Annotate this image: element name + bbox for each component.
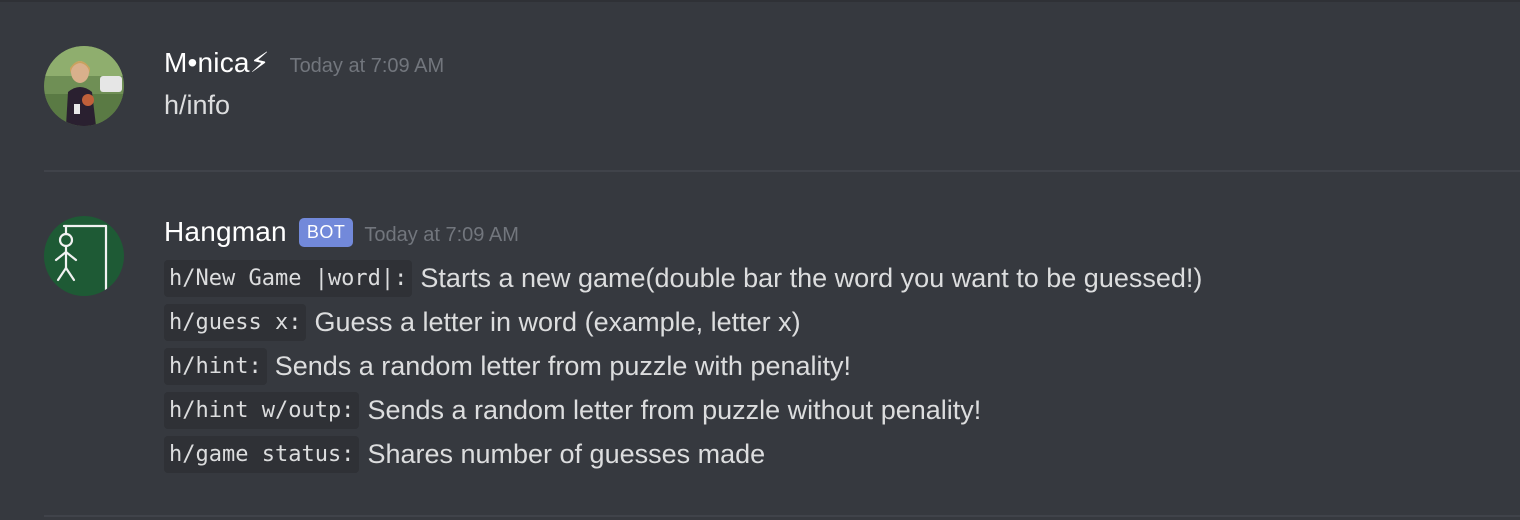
command-description: Sends a random letter from puzzle withou… — [367, 394, 982, 425]
command-code: h/game status: — [164, 435, 360, 473]
command-description: Guess a letter in word (example, letter … — [314, 306, 801, 337]
command-code: h/hint: — [164, 347, 267, 385]
command-line: h/New Game |word|: Starts a new game(dou… — [164, 256, 1202, 300]
command-code: h/New Game |word|: — [164, 259, 413, 297]
message-divider — [44, 515, 1520, 517]
message-header: Hangman BOT Today at 7:09 AM — [164, 216, 519, 250]
command-description: Shares number of guesses made — [367, 438, 766, 469]
command-code: h/hint w/outp: — [164, 391, 360, 429]
username[interactable]: M•nica⚡ — [164, 46, 270, 79]
bot-username[interactable]: Hangman — [164, 216, 287, 248]
chat-messages: M•nica⚡ Today at 7:09 AM h/info Hangman … — [0, 0, 1520, 520]
message-bot: Hangman BOT Today at 7:09 AM h/New Game … — [0, 172, 1520, 520]
message-content: h/info — [164, 90, 231, 120]
command-line: h/game status: Shares number of guesses … — [164, 432, 765, 476]
user-avatar-icon[interactable] — [44, 46, 124, 126]
command-line: h/hint w/outp: Sends a random letter fro… — [164, 388, 981, 432]
command-line: h/hint: Sends a random letter from puzzl… — [164, 344, 851, 388]
bot-badge: BOT — [298, 218, 354, 247]
timestamp[interactable]: Today at 7:09 AM — [364, 224, 519, 247]
command-code: h/guess x: — [164, 303, 307, 341]
command-line: h/guess x: Guess a letter in word (examp… — [164, 300, 801, 344]
message-user: M•nica⚡ Today at 7:09 AM h/info — [0, 0, 1520, 170]
hangman-avatar-icon[interactable] — [44, 216, 124, 296]
timestamp[interactable]: Today at 7:09 AM — [290, 55, 445, 78]
command-description: Sends a random letter from puzzle with p… — [274, 350, 851, 381]
command-description: Starts a new game(double bar the word yo… — [420, 262, 1203, 293]
message-header: M•nica⚡ Today at 7:09 AM — [164, 46, 444, 79]
